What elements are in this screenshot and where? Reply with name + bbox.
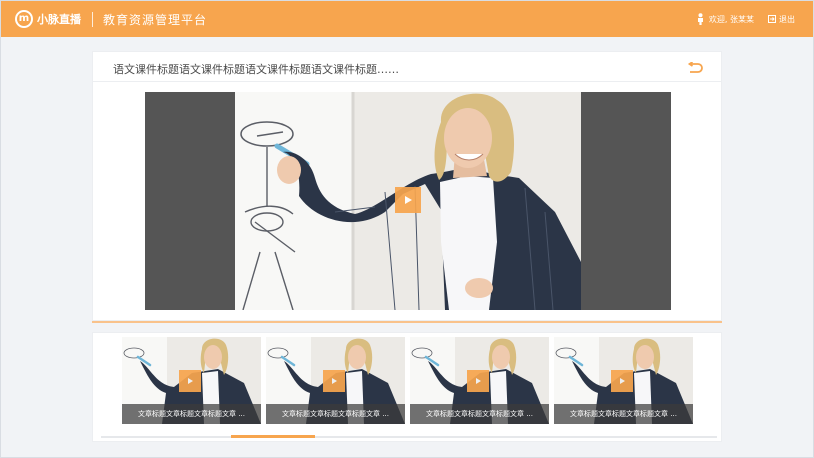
thumbnail-caption: 文章标题文章标题文章标题文章 ... [410,404,549,424]
thumbnail-item[interactable]: 文章标题文章标题文章标题文章 ... [266,337,405,424]
logout-button[interactable]: 退出 [779,14,795,25]
course-header: 语文课件标题语文课件标题语文课件标题语文课件标题…… [93,52,721,82]
thumbnail-caption: 文章标题文章标题文章标题文章 ... [266,404,405,424]
user-icon [697,13,703,25]
logout-icon[interactable] [768,15,776,23]
horizontal-scrollbar-track[interactable] [101,436,717,438]
video-player[interactable] [145,92,671,310]
logo-text: 小脉直播 [37,13,81,26]
play-button[interactable] [611,370,633,392]
play-icon [476,378,481,384]
thumbnail-caption: 文章标题文章标题文章标题文章 ... [122,404,261,424]
play-button[interactable] [323,370,345,392]
section-divider [92,321,722,323]
top-bar: m 小脉直播 教育资源管理平台 欢迎, 张某某 退出 [1,1,813,37]
logo-mark-icon: m [15,10,33,28]
platform-title: 教育资源管理平台 [103,13,208,27]
thumbnail-caption: 文章标题文章标题文章标题文章 ... [554,404,693,424]
play-button[interactable] [395,187,421,213]
course-panel: 语文课件标题语文课件标题语文课件标题语文课件标题…… [92,51,722,321]
video-frame [235,92,581,310]
play-icon [620,378,625,384]
user-area: 欢迎, 张某某 退出 [697,13,795,25]
play-button[interactable] [467,370,489,392]
header-divider [92,12,93,27]
play-icon [332,378,337,384]
play-icon [188,378,193,384]
welcome-text: 欢迎, 张某某 [708,14,754,24]
play-icon [405,196,412,204]
play-button[interactable] [179,370,201,392]
thumbnail-item[interactable]: 文章标题文章标题文章标题文章 ... [410,337,549,424]
return-arrow-icon[interactable] [687,62,703,74]
thumbnail-item[interactable]: 文章标题文章标题文章标题文章 ... [554,337,693,424]
logo[interactable]: m 小脉直播 [15,10,81,28]
horizontal-scrollbar-thumb[interactable] [231,435,315,438]
thumbnail-strip: 文章标题文章标题文章标题文章 ... 文章标题文章标题文章标题文章 ... 文章… [92,332,722,442]
course-title: 语文课件标题语文课件标题语文课件标题语文课件标题…… [113,63,399,76]
thumbnail-item[interactable]: 文章标题文章标题文章标题文章 ... [122,337,261,424]
